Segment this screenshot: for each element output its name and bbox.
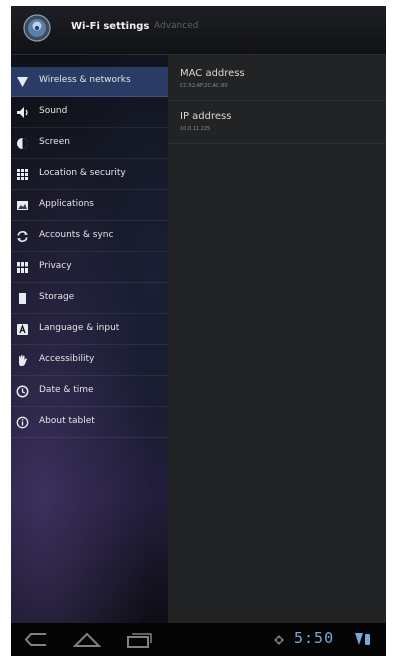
sidebar-item-wireless-networks[interactable]: Wireless & networks — [11, 67, 168, 97]
sidebar-item-label: Accessibility — [39, 354, 95, 364]
speaker-icon — [17, 107, 28, 118]
ip-address-label: IP address — [180, 111, 232, 122]
back-icon[interactable] — [23, 631, 49, 648]
brightness-icon — [17, 138, 28, 149]
sidebar-item-sound[interactable]: Sound — [11, 98, 168, 128]
sidebar-item-date-time[interactable]: Date & time — [11, 377, 168, 407]
sidebar-item-label: Accounts & sync — [39, 230, 114, 240]
advanced-details-pane: MAC address CC:52:AF:2C:AC:80 IP address… — [168, 55, 386, 623]
sidebar-item-label: Location & security — [39, 168, 126, 178]
tablet-screen: Wi-Fi settings Advanced Wireless & netwo… — [11, 6, 386, 656]
sidebar-item-applications[interactable]: Applications — [11, 191, 168, 221]
notification-icon[interactable] — [273, 634, 285, 646]
system-bar: 5:50 — [11, 623, 386, 656]
mac-address-value: CC:52:AF:2C:AC:80 — [180, 83, 228, 89]
privacy-icon — [17, 262, 28, 273]
info-icon — [16, 416, 29, 429]
ip-address-row: IP address 10.0.11.225 — [168, 102, 386, 144]
settings-category-list: Wireless & networks Sound Screen Locatio… — [11, 55, 168, 623]
sidebar-item-label: Privacy — [39, 261, 72, 271]
settings-app-icon[interactable] — [23, 14, 51, 42]
mac-address-row: MAC address CC:52:AF:2C:AC:80 — [168, 59, 386, 101]
ip-address-value: 10.0.11.225 — [180, 126, 211, 132]
language-icon — [17, 324, 28, 335]
grid-icon — [17, 169, 28, 180]
applications-icon — [17, 201, 28, 210]
sidebar-item-label: About tablet — [39, 416, 95, 426]
sync-icon — [17, 231, 28, 242]
sidebar-item-label: Wireless & networks — [39, 75, 131, 85]
sidebar-item-label: Date & time — [39, 385, 94, 395]
sidebar-item-accessibility[interactable]: Accessibility — [11, 346, 168, 376]
sidebar-item-storage[interactable]: Storage — [11, 284, 168, 314]
sidebar-item-label: Sound — [39, 106, 68, 116]
sidebar-item-privacy[interactable]: Privacy — [11, 253, 168, 283]
home-icon[interactable] — [73, 631, 101, 648]
mac-address-label: MAC address — [180, 68, 245, 79]
sidebar-item-screen[interactable]: Screen — [11, 129, 168, 159]
storage-icon — [19, 293, 26, 304]
sidebar-item-label: Applications — [39, 199, 94, 209]
screen-title: Wi-Fi settings — [71, 21, 150, 32]
sidebar-item-location-security[interactable]: Location & security — [11, 160, 168, 190]
status-clock[interactable]: 5:50 — [294, 629, 334, 647]
sidebar-item-label: Language & input — [39, 323, 120, 333]
sidebar-item-about-tablet[interactable]: About tablet — [11, 408, 168, 438]
recent-apps-icon[interactable] — [125, 631, 153, 648]
hand-icon — [19, 355, 27, 366]
wifi-signal-icon — [355, 633, 370, 645]
sidebar-item-label: Screen — [39, 137, 70, 147]
clock-icon — [16, 385, 29, 398]
advanced-tab[interactable]: Advanced — [154, 21, 198, 31]
sidebar-item-label: Storage — [39, 292, 75, 302]
action-bar: Wi-Fi settings Advanced — [11, 6, 386, 55]
wifi-icon — [17, 77, 28, 87]
sidebar-item-language-input[interactable]: Language & input — [11, 315, 168, 345]
sidebar-item-accounts-sync[interactable]: Accounts & sync — [11, 222, 168, 252]
